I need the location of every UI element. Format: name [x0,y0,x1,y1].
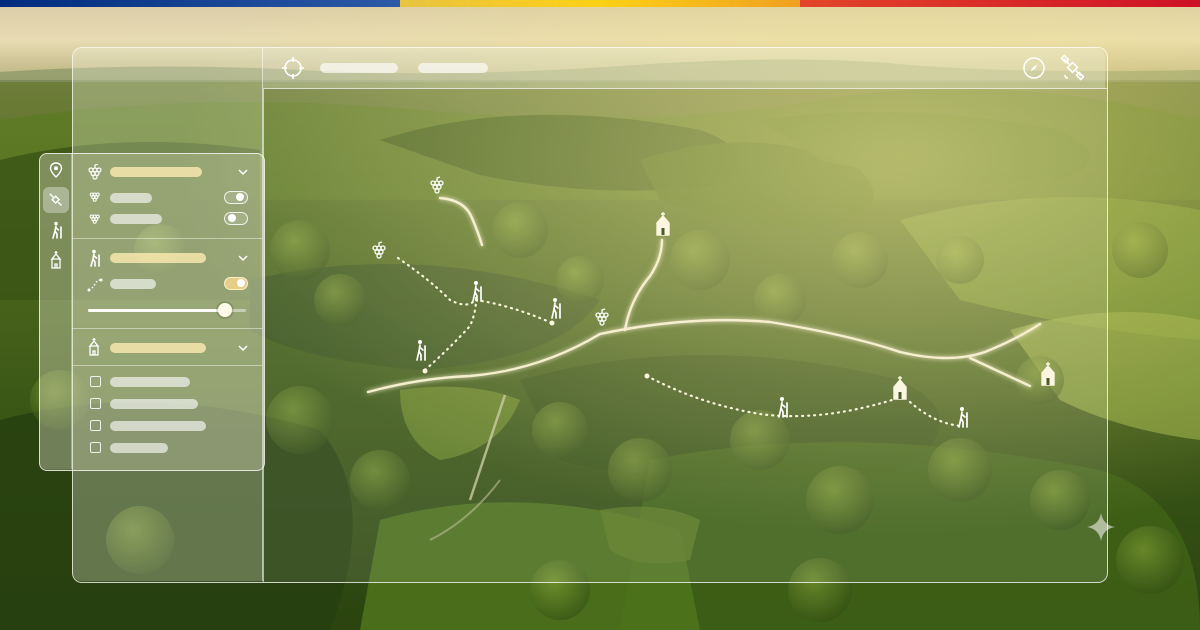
tricolor-red [800,0,1200,7]
tricolor-stripe [0,0,1200,7]
church-icon[interactable] [1041,362,1055,386]
sparkle-icon [1087,513,1115,541]
hiker-icon[interactable] [778,397,788,418]
tricolor-blue [0,0,400,7]
church-icon[interactable] [893,376,907,400]
hiking-trails [396,256,964,428]
tricolor-yellow [400,0,800,7]
main-road [366,196,1042,394]
hiker-icon[interactable] [551,298,561,319]
grapes-icon[interactable] [430,176,444,194]
hiker-icon[interactable] [472,281,482,302]
hiker-icon[interactable] [416,340,426,361]
trail-waypoint[interactable] [644,373,650,379]
hiker-icon[interactable] [958,407,968,428]
grapes-icon[interactable] [372,241,386,259]
map-overlay [366,176,1055,428]
trail-waypoint[interactable] [549,320,555,326]
trail-waypoint[interactable] [422,368,428,374]
church-icon[interactable] [656,212,670,236]
grapes-icon[interactable] [595,308,609,326]
